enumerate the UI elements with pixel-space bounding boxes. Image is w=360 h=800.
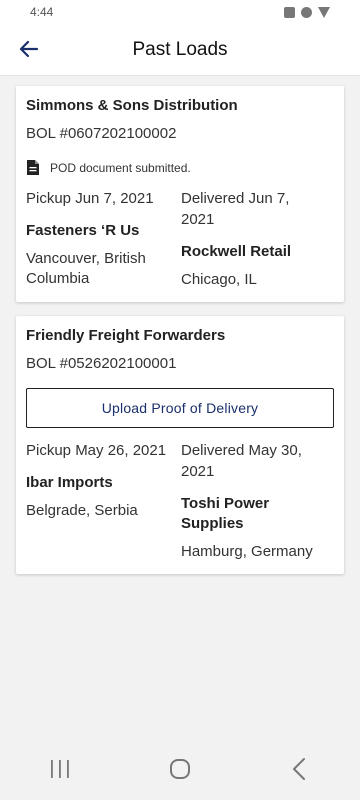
home-icon <box>170 759 190 779</box>
consignee-name: Toshi Power Supplies <box>181 495 270 532</box>
delivered-date: Delivered May 30, 2021 <box>181 442 302 480</box>
app-header: Past Loads <box>0 24 360 76</box>
bol-number: BOL #0526202100001 <box>26 355 177 372</box>
arrow-left-icon <box>19 40 39 58</box>
pod-status: POD document submitted. <box>26 159 334 176</box>
pod-status-text: POD document submitted. <box>50 160 191 175</box>
bol-number: BOL #0607202100002 <box>26 125 177 142</box>
customer-name: Simmons & Sons Distribution <box>26 97 238 114</box>
upload-pod-button[interactable]: Upload Proof of Delivery <box>26 388 334 428</box>
status-icons <box>284 6 330 18</box>
load-card[interactable]: Friendly Freight Forwarders BOL #0526202… <box>16 316 344 574</box>
home-button[interactable] <box>160 749 200 789</box>
delivery-column: Delivered May 30, 2021 Toshi Power Suppl… <box>180 440 334 562</box>
notification-dot-icon <box>301 6 312 18</box>
document-icon <box>26 159 40 176</box>
delivered-date: Delivered Jun 7, 2021 <box>181 190 290 228</box>
system-nav-bar <box>0 738 360 800</box>
origin-location: Belgrade, Serbia <box>26 502 138 519</box>
notification-square-icon <box>284 6 295 18</box>
destination-location: Hamburg, Germany <box>181 543 313 560</box>
load-details: Pickup May 26, 2021 Ibar Imports Belgrad… <box>26 440 334 562</box>
consignee-name: Rockwell Retail <box>181 243 292 260</box>
recents-button[interactable] <box>40 749 80 789</box>
pickup-column: Pickup May 26, 2021 Ibar Imports Belgrad… <box>26 440 180 562</box>
pickup-date: Pickup Jun 7, 2021 <box>26 190 154 207</box>
destination-location: Chicago, IL <box>181 271 257 288</box>
status-bar: 4:44 <box>0 0 360 24</box>
signal-icon <box>318 6 330 18</box>
pickup-date: Pickup May 26, 2021 <box>26 442 167 459</box>
origin-location: Vancouver, British Columbia <box>26 250 146 287</box>
shipper-name: Fasteners ‘R Us <box>26 222 140 239</box>
page-title: Past Loads <box>132 38 228 60</box>
load-card[interactable]: Simmons & Sons Distribution BOL #0607202… <box>16 86 344 302</box>
shipper-name: Ibar Imports <box>26 474 113 491</box>
pickup-column: Pickup Jun 7, 2021 Fasteners ‘R Us Vanco… <box>26 188 180 290</box>
loads-list: Simmons & Sons Distribution BOL #0607202… <box>0 76 360 598</box>
delivery-column: Delivered Jun 7, 2021 Rockwell Retail Ch… <box>180 188 334 290</box>
customer-name: Friendly Freight Forwarders <box>26 327 226 344</box>
back-nav-button[interactable] <box>280 749 320 789</box>
status-time: 4:44 <box>30 5 54 19</box>
load-details: Pickup Jun 7, 2021 Fasteners ‘R Us Vanco… <box>26 188 334 290</box>
back-button[interactable] <box>16 36 42 62</box>
chevron-left-icon <box>293 758 305 780</box>
recents-icon <box>51 760 69 778</box>
